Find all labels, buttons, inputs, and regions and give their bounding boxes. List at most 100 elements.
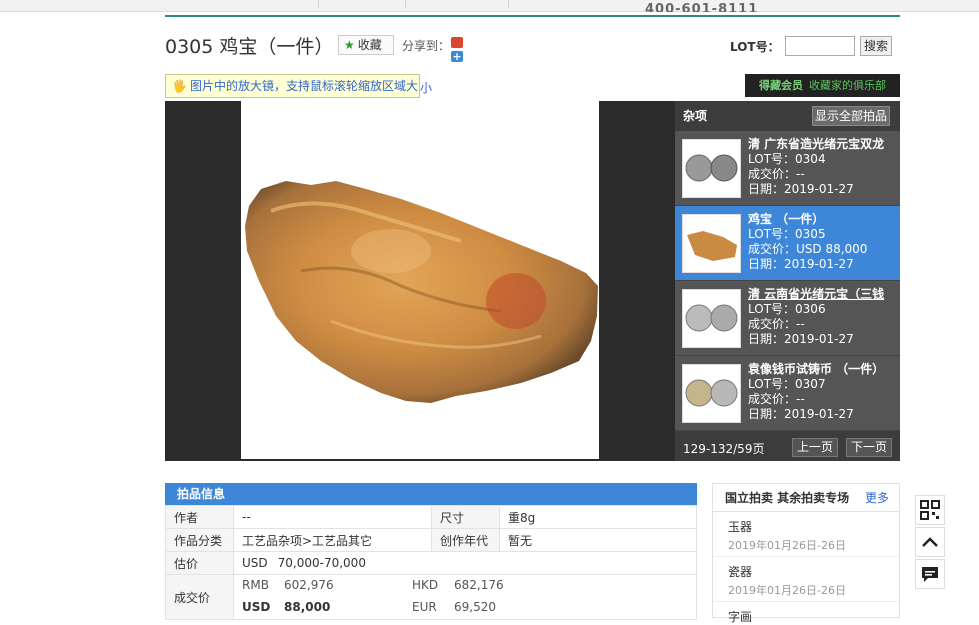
coins-icon bbox=[685, 154, 738, 182]
stone-thumbnail bbox=[682, 214, 741, 273]
chat-icon bbox=[922, 567, 938, 582]
table-row: 估价 USD 70,000-70,000 bbox=[165, 551, 697, 575]
rmb-value: 602,976 bbox=[284, 578, 334, 592]
chevron-up-icon bbox=[922, 537, 938, 547]
sale-list-item[interactable]: 玉器 2019年01月26日-26日 bbox=[713, 512, 899, 557]
category-label: 作品分类 bbox=[165, 528, 234, 552]
year-value: 暂无 bbox=[499, 528, 697, 552]
estimate-value: 70,000-70,000 bbox=[277, 556, 366, 570]
phone-number: 400-601-8111 bbox=[645, 2, 759, 12]
sale-list-item[interactable]: 字画 bbox=[713, 602, 899, 625]
size-label: 尺寸 bbox=[431, 505, 500, 529]
next-page-button[interactable]: 下一页 bbox=[846, 438, 892, 457]
year-label: 创作年代 bbox=[431, 528, 500, 552]
item-date: 日期：2019-01-27 bbox=[748, 332, 854, 346]
sale-list-item[interactable]: 瓷器 2019年01月26日-26日 bbox=[713, 557, 899, 602]
estimate-cell: USD 70,000-70,000 bbox=[233, 551, 697, 575]
lot-title: 0305 鸡宝（一件） bbox=[165, 36, 334, 58]
lot-search-input[interactable] bbox=[785, 36, 855, 56]
sidebar-category: 杂项 bbox=[683, 109, 708, 123]
item-price: 成交价：-- bbox=[748, 167, 805, 181]
table-row: 作品分类 工艺品杂项>工艺品其它 创作年代 暂无 bbox=[165, 528, 697, 552]
item-name[interactable]: 袁像钱币试铸币 （一件） bbox=[748, 362, 896, 377]
lot-search-button[interactable]: 搜索 bbox=[860, 36, 892, 56]
star-icon: ★ bbox=[344, 38, 355, 52]
item-date: 日期：2019-01-27 bbox=[748, 257, 854, 271]
top-bar-divider bbox=[508, 0, 509, 8]
deal-prices: RMB 602,976 HKD 682,176 USD 88,000 EUR 6… bbox=[242, 575, 696, 619]
item-date: 日期：2019-01-27 bbox=[748, 407, 854, 421]
item-info: 清 云南省光绪元宝（三钱 LOT号：0306 成交价：-- 日期：2019-01… bbox=[748, 287, 896, 347]
item-name[interactable]: 鸡宝 （一件） bbox=[748, 212, 896, 227]
favorite-label: 收藏 bbox=[357, 38, 382, 52]
feedback-button[interactable] bbox=[915, 559, 945, 589]
coins-icon bbox=[685, 304, 738, 332]
hkd-currency: HKD bbox=[412, 578, 439, 592]
coin-thumbnail bbox=[682, 139, 741, 198]
deal-cell: RMB 602,976 HKD 682,176 USD 88,000 EUR 6… bbox=[233, 574, 697, 620]
item-price: 成交价：-- bbox=[748, 392, 805, 406]
item-lot: LOT号：0306 bbox=[748, 302, 826, 316]
prev-page-button[interactable]: 上一页 bbox=[792, 438, 838, 457]
top-bar-divider bbox=[405, 0, 406, 8]
item-date: 日期：2019-01-27 bbox=[748, 182, 854, 196]
item-info: 袁像钱币试铸币 （一件） LOT号：0307 成交价：-- 日期：2019-01… bbox=[748, 362, 896, 422]
club-slogan: 收藏家的俱乐部 bbox=[809, 79, 886, 92]
eur-currency: EUR bbox=[412, 600, 437, 614]
item-name[interactable]: 清 广东省造光绪元宝双龙 bbox=[748, 137, 896, 152]
sidebar-lot-item[interactable]: 清 广东省造光绪元宝双龙 LOT号：0304 成交价：-- 日期：2019-01… bbox=[675, 131, 900, 206]
image-viewer[interactable] bbox=[165, 101, 675, 461]
zoom-tip: 🖐 图片中的放大镜，支持鼠标滚轮缩放区域大 bbox=[165, 74, 420, 98]
more-share-icon[interactable]: + bbox=[451, 51, 463, 62]
weibo-share-icon[interactable] bbox=[451, 37, 463, 48]
lot-sidebar: 杂项 显示全部拍品 清 广东省造光绪元宝双龙 LOT号：0304 成交价：-- … bbox=[675, 101, 900, 461]
back-to-top-button[interactable] bbox=[915, 527, 945, 557]
item-info: 清 广东省造光绪元宝双龙 LOT号：0304 成交价：-- 日期：2019-01… bbox=[748, 137, 896, 197]
item-info: 鸡宝 （一件） LOT号：0305 成交价：USD 88,000 日期：2019… bbox=[748, 212, 896, 272]
sidebar-lot-item[interactable]: 清 云南省光绪元宝（三钱 LOT号：0306 成交价：-- 日期：2019-01… bbox=[675, 281, 900, 356]
item-lot: LOT号：0307 bbox=[748, 377, 826, 391]
coin-thumbnail bbox=[682, 364, 741, 423]
coins-icon bbox=[685, 379, 738, 407]
top-bar bbox=[0, 0, 979, 12]
sale-date: 2019年01月26日-26日 bbox=[728, 584, 846, 597]
other-sales-header: 国立拍卖 其余拍卖专场 更多 bbox=[713, 484, 899, 512]
usd-currency: USD bbox=[242, 600, 271, 614]
more-link[interactable]: 更多 bbox=[865, 484, 889, 512]
qr-code-icon bbox=[920, 500, 940, 520]
info-table: 作者 -- 尺寸 重8g 作品分类 工艺品杂项>工艺品其它 创作年代 暂无 估价… bbox=[165, 505, 697, 620]
sale-date: 2019年01月26日-26日 bbox=[728, 539, 846, 552]
item-name[interactable]: 清 云南省光绪元宝（三钱 bbox=[748, 287, 896, 302]
lot-photo[interactable] bbox=[241, 101, 599, 459]
sale-name[interactable]: 瓷器 bbox=[728, 563, 899, 580]
sale-name[interactable]: 字画 bbox=[728, 608, 899, 625]
author-label: 作者 bbox=[165, 505, 234, 529]
show-all-button[interactable]: 显示全部拍品 bbox=[812, 106, 890, 126]
floating-buttons bbox=[915, 495, 945, 591]
qr-code-button[interactable] bbox=[915, 495, 945, 525]
sale-name[interactable]: 玉器 bbox=[728, 518, 899, 535]
favorite-button[interactable]: ★ 收藏 bbox=[338, 35, 394, 55]
size-value: 重8g bbox=[499, 505, 697, 529]
table-row: 作者 -- 尺寸 重8g bbox=[165, 505, 697, 529]
share-label: 分享到： bbox=[402, 39, 451, 53]
lot-search-label: LOT号： bbox=[730, 40, 780, 54]
eur-value: 69,520 bbox=[454, 600, 496, 614]
stone-icon bbox=[687, 231, 737, 261]
item-lot: LOT号：0305 bbox=[748, 227, 826, 241]
page-indicator: 129-132/59页 bbox=[683, 442, 765, 456]
item-price: 成交价：-- bbox=[748, 317, 805, 331]
top-bar-divider bbox=[318, 0, 319, 8]
sidebar-lot-item[interactable]: 袁像钱币试铸币 （一件） LOT号：0307 成交价：-- 日期：2019-01… bbox=[675, 356, 900, 431]
sidebar-lot-item-active[interactable]: 鸡宝 （一件） LOT号：0305 成交价：USD 88,000 日期：2019… bbox=[675, 206, 900, 281]
zoom-tip-text: 图片中的放大镜，支持鼠标滚轮缩放区域大 bbox=[189, 79, 418, 93]
usd-value: 88,000 bbox=[284, 600, 331, 614]
item-lot: LOT号：0304 bbox=[748, 152, 826, 166]
zoom-tip-tail: 小 bbox=[420, 81, 433, 95]
share-icons: + bbox=[451, 37, 463, 65]
header-divider bbox=[165, 15, 900, 17]
estimate-currency: USD bbox=[242, 556, 268, 570]
hkd-value: 682,176 bbox=[454, 578, 504, 592]
club-banner[interactable]: 得藏会员 收藏家的俱乐部 bbox=[745, 74, 900, 97]
sidebar-pager: 129-132/59页 上一页 下一页 bbox=[675, 433, 900, 461]
